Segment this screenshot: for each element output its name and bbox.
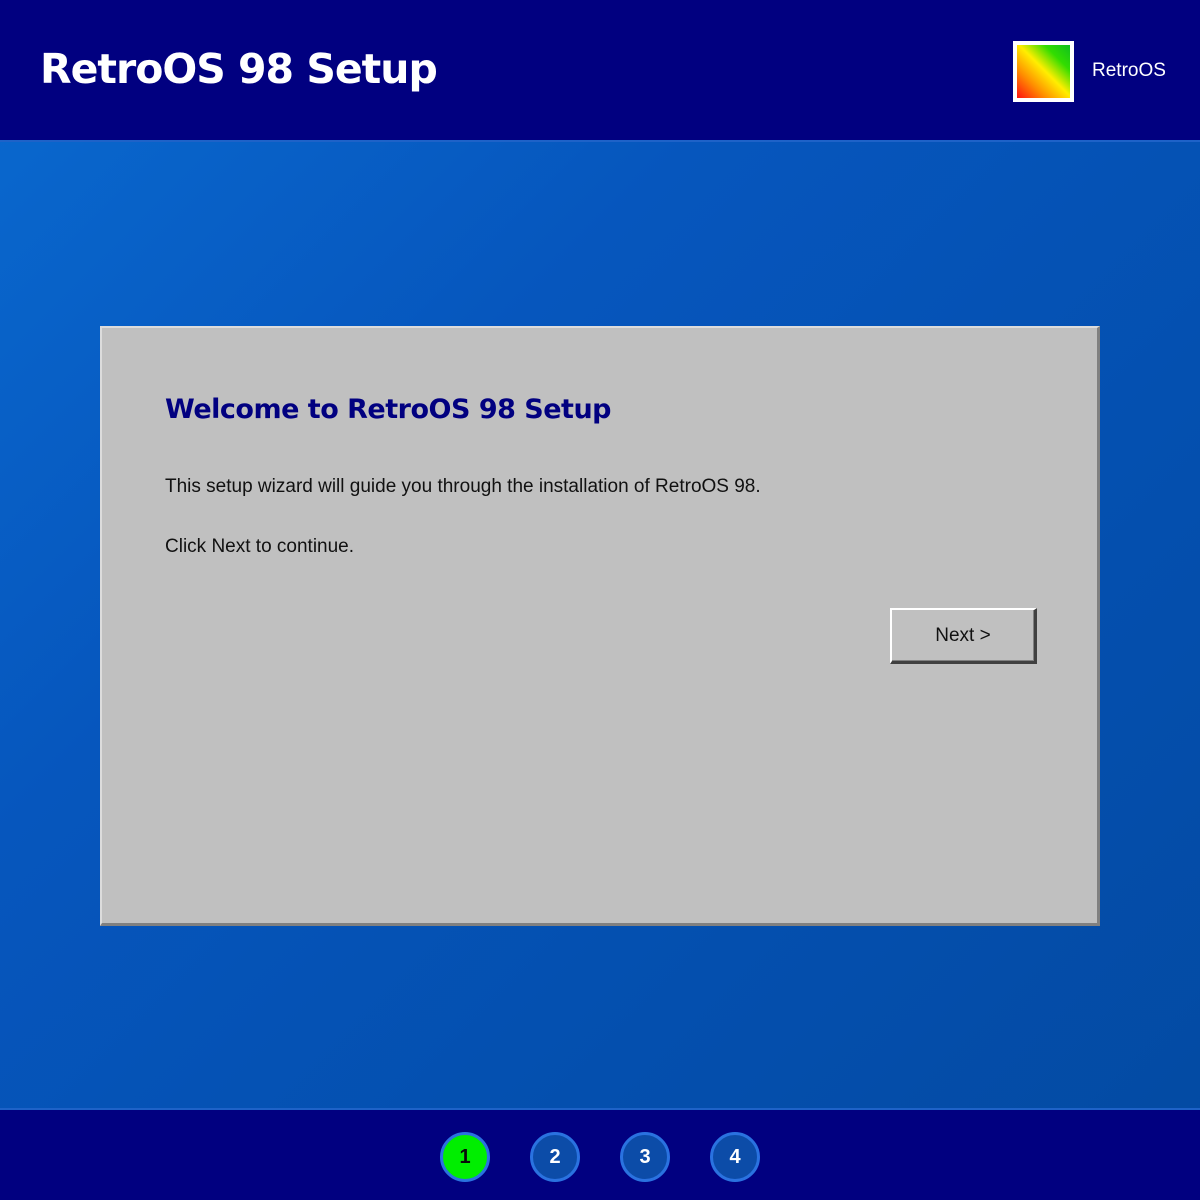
logo-gradient [1017, 45, 1070, 98]
brand-name: RetroOS [1092, 60, 1166, 81]
step-4-indicator: 4 [710, 1132, 760, 1182]
step-1-indicator: 1 [440, 1132, 490, 1182]
setup-dialog: Welcome to RetroOS 98 Setup This setup w… [100, 326, 1100, 926]
step-3-indicator: 3 [620, 1132, 670, 1182]
app-title: RetroOS 98 Setup [40, 45, 438, 93]
header-bar: RetroOS 98 Setup RetroOS [0, 0, 1200, 142]
intro-text: This setup wizard will guide you through… [165, 476, 761, 497]
next-button[interactable]: Next > [890, 608, 1037, 664]
step-2-indicator: 2 [530, 1132, 580, 1182]
retroos-logo-icon [1013, 41, 1074, 102]
instruction-text: Click Next to continue. [165, 536, 355, 557]
step-indicator-bar: 1 2 3 4 [0, 1108, 1200, 1200]
dialog-title: Welcome to RetroOS 98 Setup [165, 394, 612, 425]
